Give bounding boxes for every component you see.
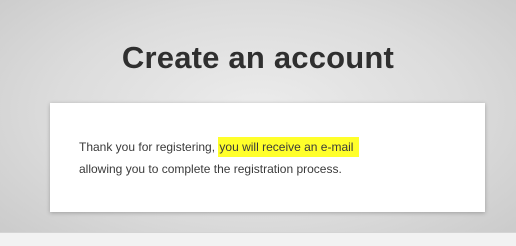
message-line1-prefix: Thank you for registering, (79, 140, 216, 154)
confirmation-message: Thank you for registering, you will rece… (79, 136, 469, 180)
bottom-strip (0, 232, 516, 246)
message-line2: allowing you to complete the registratio… (79, 162, 342, 176)
page-title: Create an account (121, 40, 395, 75)
confirmation-message-card: Thank you for registering, you will rece… (50, 103, 485, 212)
message-highlighted-text: you will receive an e-mail (218, 137, 360, 157)
